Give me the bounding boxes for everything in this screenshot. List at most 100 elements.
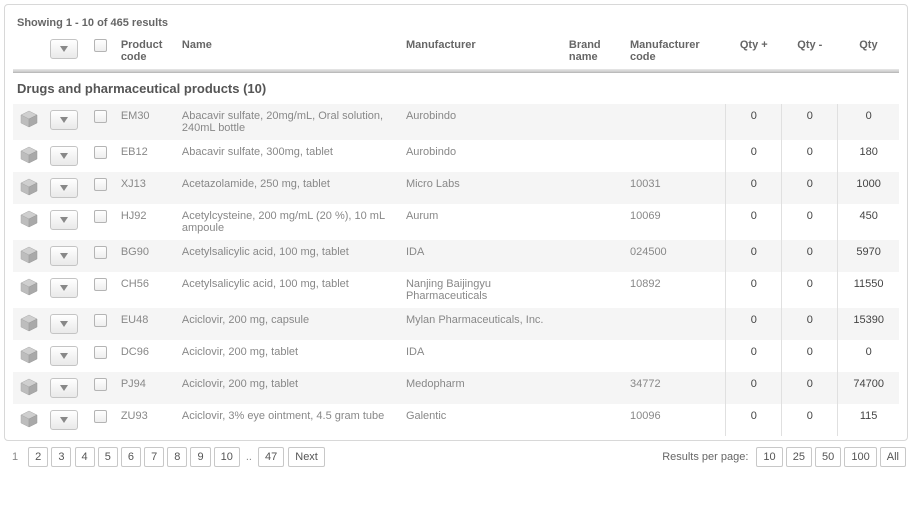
cell-name: Aciclovir, 200 mg, tablet	[176, 340, 400, 372]
row-checkbox[interactable]	[94, 314, 107, 327]
table-row[interactable]: ZU93Aciclovir, 3% eye ointment, 4.5 gram…	[13, 404, 899, 436]
row-actions-dropdown[interactable]	[50, 278, 78, 298]
table-row[interactable]: EM30Abacavir sulfate, 20mg/mL, Oral solu…	[13, 104, 899, 140]
rpp-option[interactable]: 25	[786, 447, 812, 467]
row-checkbox[interactable]	[94, 110, 107, 123]
row-checkbox[interactable]	[94, 278, 107, 291]
row-actions-dropdown[interactable]	[50, 410, 78, 430]
page-button[interactable]: 3	[51, 447, 71, 467]
row-actions-dropdown[interactable]	[50, 246, 78, 266]
row-checkbox[interactable]	[94, 410, 107, 423]
pager-ellipsis: ..	[244, 451, 254, 463]
col-qty-minus[interactable]: Qty -	[782, 35, 838, 69]
cell-product-code: EB12	[115, 140, 176, 172]
cell-qty: 0	[838, 340, 899, 372]
cell-brand	[563, 308, 624, 340]
rpp-option[interactable]: 50	[815, 447, 841, 467]
cell-name: Acetazolamide, 250 mg, tablet	[176, 172, 400, 204]
cell-qty-plus: 0	[726, 272, 782, 308]
cell-manufacturer-code	[624, 340, 726, 372]
cell-qty-minus: 0	[782, 104, 838, 140]
select-all-checkbox[interactable]	[94, 39, 107, 52]
cell-qty-plus: 0	[726, 104, 782, 140]
cell-product-code: EM30	[115, 104, 176, 140]
results-table: Product code Name Manufacturer Brand nam…	[13, 35, 899, 436]
page-last[interactable]: 47	[258, 447, 284, 467]
page-button[interactable]: 7	[144, 447, 164, 467]
row-checkbox[interactable]	[94, 178, 107, 191]
row-actions-dropdown[interactable]	[50, 378, 78, 398]
row-checkbox[interactable]	[94, 346, 107, 359]
cell-qty-minus: 0	[782, 272, 838, 308]
row-checkbox[interactable]	[94, 210, 107, 223]
rpp-option[interactable]: All	[880, 447, 906, 467]
rpp-label: Results per page:	[662, 451, 748, 463]
col-product-code[interactable]: Product code	[115, 35, 176, 69]
cell-qty: 11550	[838, 272, 899, 308]
cell-name: Abacavir sulfate, 300mg, tablet	[176, 140, 400, 172]
row-checkbox[interactable]	[94, 146, 107, 159]
cell-qty-minus: 0	[782, 372, 838, 404]
cell-manufacturer: IDA	[400, 240, 563, 272]
col-name[interactable]: Name	[176, 35, 400, 69]
cell-manufacturer: Aurobindo	[400, 104, 563, 140]
cell-qty: 5970	[838, 240, 899, 272]
cell-manufacturer: Micro Labs	[400, 172, 563, 204]
page-button[interactable]: 4	[75, 447, 95, 467]
cell-qty-minus: 0	[782, 240, 838, 272]
cell-qty-plus: 0	[726, 404, 782, 436]
cell-brand	[563, 140, 624, 172]
col-brand-name[interactable]: Brand name	[563, 35, 624, 69]
cell-qty: 74700	[838, 372, 899, 404]
row-actions-dropdown[interactable]	[50, 178, 78, 198]
package-icon	[19, 410, 38, 428]
col-qty[interactable]: Qty	[838, 35, 899, 69]
page-button[interactable]: 10	[214, 447, 240, 467]
cell-product-code: ZU93	[115, 404, 176, 436]
row-actions-dropdown[interactable]	[50, 314, 78, 334]
row-checkbox[interactable]	[94, 378, 107, 391]
table-row[interactable]: HJ92Acetylcysteine, 200 mg/mL (20 %), 10…	[13, 204, 899, 240]
group-header: Drugs and pharmaceutical products (10)	[13, 72, 899, 104]
page-button[interactable]: 2	[28, 447, 48, 467]
col-manufacturer-code[interactable]: Manufacturer code	[624, 35, 726, 69]
col-qty-plus[interactable]: Qty +	[726, 35, 782, 69]
cell-qty-plus: 0	[726, 172, 782, 204]
page-button[interactable]: 5	[98, 447, 118, 467]
row-actions-dropdown[interactable]	[50, 210, 78, 230]
rpp-option[interactable]: 100	[844, 447, 876, 467]
row-actions-dropdown[interactable]	[50, 146, 78, 166]
package-icon	[19, 246, 38, 264]
header-actions-dropdown[interactable]	[50, 39, 78, 59]
row-actions-dropdown[interactable]	[50, 110, 78, 130]
col-manufacturer[interactable]: Manufacturer	[400, 35, 563, 69]
table-row[interactable]: EU48Aciclovir, 200 mg, capsuleMylan Phar…	[13, 308, 899, 340]
cell-product-code: XJ13	[115, 172, 176, 204]
cell-manufacturer-code: 34772	[624, 372, 726, 404]
cell-manufacturer-code: 10031	[624, 172, 726, 204]
table-row[interactable]: CH56Acetylsalicylic acid, 100 mg, tablet…	[13, 272, 899, 308]
table-row[interactable]: XJ13Acetazolamide, 250 mg, tabletMicro L…	[13, 172, 899, 204]
page-button[interactable]: 8	[167, 447, 187, 467]
cell-brand	[563, 172, 624, 204]
page-next[interactable]: Next	[288, 447, 325, 467]
cell-qty: 0	[838, 104, 899, 140]
table-body: EM30Abacavir sulfate, 20mg/mL, Oral solu…	[13, 104, 899, 436]
table-row[interactable]: BG90Acetylsalicylic acid, 100 mg, tablet…	[13, 240, 899, 272]
results-count: Showing 1 - 10 of 465 results	[13, 13, 899, 35]
cell-qty-minus: 0	[782, 340, 838, 372]
row-actions-dropdown[interactable]	[50, 346, 78, 366]
cell-qty-minus: 0	[782, 172, 838, 204]
page-button[interactable]: 9	[190, 447, 210, 467]
cell-name: Aciclovir, 3% eye ointment, 4.5 gram tub…	[176, 404, 400, 436]
table-row[interactable]: DC96Aciclovir, 200 mg, tabletIDA000	[13, 340, 899, 372]
cell-product-code: EU48	[115, 308, 176, 340]
page-button[interactable]: 6	[121, 447, 141, 467]
table-row[interactable]: PJ94Aciclovir, 200 mg, tabletMedopharm34…	[13, 372, 899, 404]
cell-product-code: PJ94	[115, 372, 176, 404]
cell-name: Abacavir sulfate, 20mg/mL, Oral solution…	[176, 104, 400, 140]
cell-qty: 115	[838, 404, 899, 436]
rpp-option[interactable]: 10	[756, 447, 782, 467]
row-checkbox[interactable]	[94, 246, 107, 259]
table-row[interactable]: EB12Abacavir sulfate, 300mg, tabletAurob…	[13, 140, 899, 172]
